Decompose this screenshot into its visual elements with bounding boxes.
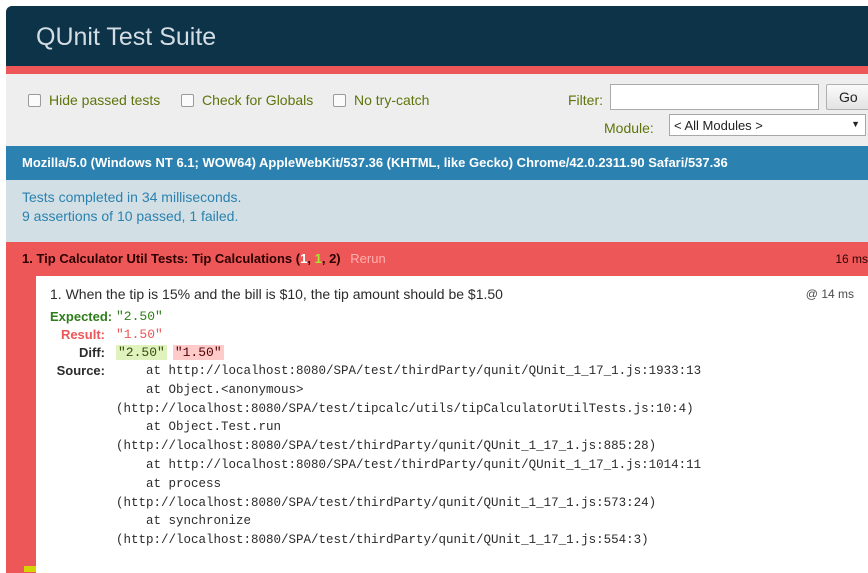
counts-open: ( <box>292 251 301 266</box>
module-select[interactable]: < All Modules > ▼ <box>669 114 866 136</box>
hide-passed-label: Hide passed tests <box>49 92 161 108</box>
passed-count: 1 <box>314 251 322 266</box>
no-try-catch-label: No try-catch <box>354 92 430 108</box>
page-header: QUnit Test Suite <box>6 6 868 66</box>
diff-value: "2.50" "1.50" <box>116 344 224 362</box>
module-label: Module: <box>604 120 654 136</box>
check-globals-option[interactable]: Check for Globals <box>181 92 313 108</box>
test-runtime: 16 ms <box>835 252 868 266</box>
expected-label: Expected: <box>50 309 113 324</box>
source-stacktrace: at http://localhost:8080/SPA/test/thirdP… <box>116 364 702 548</box>
user-agent: Mozilla/5.0 (Windows NT 6.1; WOW64) Appl… <box>6 146 868 180</box>
diff-label: Diff: <box>79 345 105 360</box>
check-globals-checkbox[interactable] <box>181 93 194 107</box>
filter-input[interactable] <box>610 84 819 110</box>
diff-inserted: "1.50" <box>172 345 224 360</box>
expected-row: Expected: "2.50" <box>50 308 868 326</box>
module-select-value: < All Modules > <box>674 118 763 133</box>
counts-sep1: , <box>307 251 315 266</box>
assertion-title: 1. When the tip is 15% and the bill is $… <box>50 286 503 302</box>
result-label: Result: <box>60 327 105 342</box>
hide-passed-option[interactable]: Hide passed tests <box>28 92 160 108</box>
assertion-time: @ 14 ms <box>805 287 854 301</box>
results-counts: 9 assertions of 10 passed, 1 failed. <box>22 208 239 224</box>
qunit-page: QUnit Test Suite Hide passed tests Check… <box>6 6 868 573</box>
diff-row: Diff: "2.50" "1.50" <box>50 344 868 362</box>
diff-deleted: "2.50" <box>116 345 167 360</box>
test-item-failed: 1. Tip Calculator Util Tests: Tip Calcul… <box>6 242 868 573</box>
assertion-list: 1. When the tip is 15% and the bill is $… <box>24 276 868 573</box>
source-row: Source: at http://localhost:8080/SPA/tes… <box>50 362 868 550</box>
test-header[interactable]: 1. Tip Calculator Util Tests: Tip Calcul… <box>6 242 868 276</box>
result-value: "1.50" <box>116 327 163 342</box>
go-button[interactable]: Go <box>826 84 868 110</box>
page-title[interactable]: QUnit Test Suite <box>36 23 216 51</box>
chevron-down-icon: ▼ <box>851 119 860 129</box>
next-test-indicator <box>24 566 36 572</box>
test-results-summary: Tests completed in 34 milliseconds. 9 as… <box>6 180 868 242</box>
filter-label: Filter: <box>568 92 603 108</box>
hide-passed-checkbox[interactable] <box>28 93 41 107</box>
result-row: Result: "1.50" <box>50 326 868 344</box>
test-name[interactable]: 1. Tip Calculator Util Tests: Tip Calcul… <box>22 251 292 266</box>
expected-value: "2.50" <box>116 309 163 324</box>
no-try-catch-option[interactable]: No try-catch <box>333 92 429 108</box>
no-try-catch-checkbox[interactable] <box>333 93 346 107</box>
toolbar: Hide passed tests Check for Globals No t… <box>6 74 868 146</box>
assertion-details: Expected: "2.50" Result: "1.50" Diff: "2… <box>50 308 868 550</box>
source-label: Source: <box>56 363 105 378</box>
counts-sep2: , <box>321 251 330 266</box>
results-time: Tests completed in 34 milliseconds. <box>22 189 242 205</box>
check-globals-label: Check for Globals <box>202 92 314 108</box>
assertion-item: 1. When the tip is 15% and the bill is $… <box>36 276 868 550</box>
rerun-link[interactable]: Rerun <box>350 251 385 266</box>
counts-close: ) <box>336 251 341 266</box>
status-bar <box>6 66 868 74</box>
